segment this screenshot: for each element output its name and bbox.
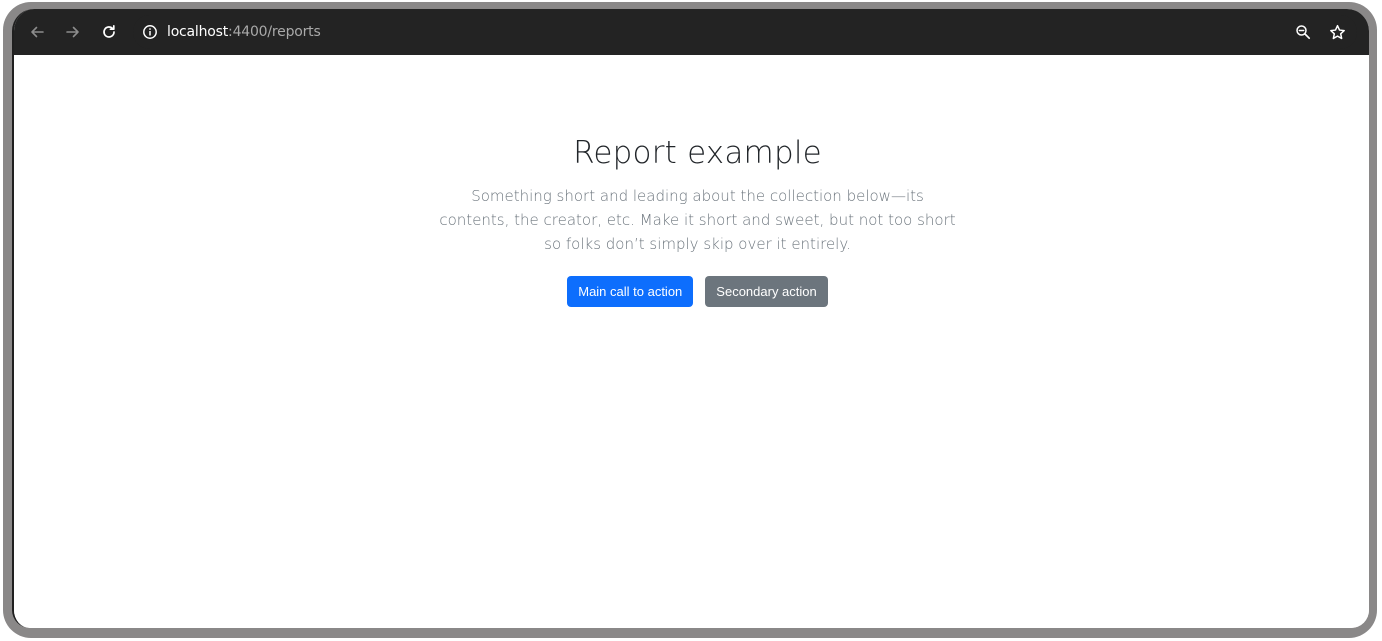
window-frame: localhost:4400/reports Report example So… <box>3 2 1377 638</box>
main-call-to-action-button[interactable]: Main call to action <box>567 276 694 307</box>
url-path: :4400/reports <box>228 24 321 40</box>
url-host: localhost <box>167 24 229 40</box>
page-title: Report example <box>573 135 822 171</box>
browser-window: localhost:4400/reports Report example So… <box>12 9 1369 628</box>
address-bar-actions <box>1287 16 1353 48</box>
page-content: Report example Something short and leadi… <box>14 55 1369 628</box>
address-bar[interactable]: localhost:4400/reports <box>133 15 1357 49</box>
browser-toolbar: localhost:4400/reports <box>14 9 1369 55</box>
arrow-left-icon <box>31 26 44 38</box>
forward-button[interactable] <box>55 14 91 50</box>
reload-icon <box>103 24 115 38</box>
reload-button[interactable] <box>91 14 127 50</box>
star-icon <box>1329 24 1345 39</box>
arrow-right-icon <box>66 26 79 38</box>
hero-actions: Main call to action Secondary action <box>20 276 1369 307</box>
hero-section: Report example Something short and leadi… <box>14 133 1369 307</box>
zoom-button[interactable] <box>1287 16 1319 48</box>
url-text[interactable]: localhost:4400/reports <box>167 24 321 40</box>
secondary-action-button[interactable]: Secondary action <box>705 276 828 307</box>
bookmark-button[interactable] <box>1321 16 1353 48</box>
back-button[interactable] <box>19 14 55 50</box>
zoom-out-icon <box>1296 25 1311 40</box>
info-icon <box>143 25 157 39</box>
lead-text: Something short and leading about the co… <box>439 187 956 253</box>
site-info-button[interactable] <box>133 15 167 49</box>
